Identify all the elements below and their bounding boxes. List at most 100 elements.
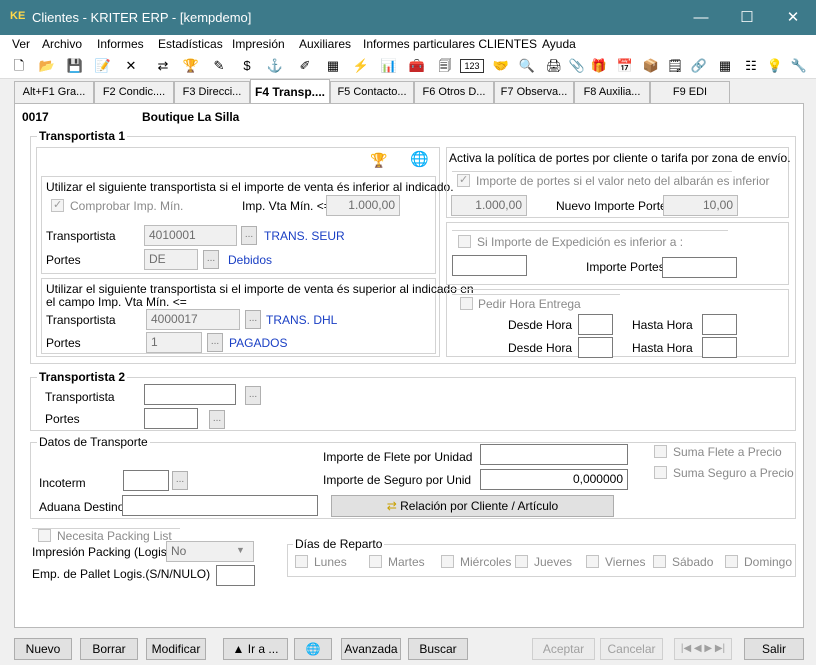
table-icon[interactable]: ▦ — [716, 57, 734, 75]
miercoles-checkbox[interactable] — [441, 555, 454, 568]
menu-auxiliares[interactable]: Auxiliares — [299, 37, 351, 51]
handshake-icon[interactable]: 🤝 — [492, 57, 510, 75]
martes-checkbox[interactable] — [369, 555, 382, 568]
desde-hora-field-2[interactable] — [578, 337, 613, 358]
menu-estadisticas[interactable]: Estadísticas — [158, 37, 223, 51]
jueves-checkbox[interactable] — [515, 555, 528, 568]
delete-icon[interactable]: ✕ — [122, 57, 140, 75]
imp-vta-field[interactable]: 1.000,00 — [326, 195, 400, 216]
hasta-hora-field-1[interactable] — [702, 314, 737, 335]
tab-transporte[interactable]: F4 Transp.... — [250, 79, 330, 104]
tab-graficos[interactable]: Alt+F1 Gra... — [14, 81, 94, 103]
menu-impresion[interactable]: Impresión — [232, 37, 285, 51]
portes-2-lookup-button[interactable]: ... — [207, 333, 223, 352]
transportista-1-lookup-button[interactable]: ... — [241, 226, 257, 245]
hasta-hora-field-2[interactable] — [702, 337, 737, 358]
pedir-hora-checkbox[interactable] — [460, 297, 473, 310]
printer-icon[interactable]: 🖨 — [545, 57, 563, 75]
t2-transportista-field[interactable] — [144, 384, 236, 405]
box-icon[interactable]: 📦 — [642, 57, 660, 75]
incoterm-lookup-button[interactable]: ... — [172, 471, 188, 490]
new-doc-icon[interactable]: 🗋 — [10, 57, 28, 75]
incoterm-field[interactable] — [123, 470, 169, 491]
link-icon[interactable]: 🔗 — [690, 57, 708, 75]
relacion-button[interactable]: ⇄ Relación por Cliente / Artículo — [331, 495, 614, 517]
ir-a-button[interactable]: ▲ Ir a ... — [223, 638, 288, 660]
copy-icon[interactable]: 🗐 — [436, 57, 454, 75]
bulb-icon[interactable]: 💡 — [766, 57, 784, 75]
t2-portes-lookup-button[interactable]: ... — [209, 410, 225, 429]
dollar-icon[interactable]: $ — [238, 57, 256, 75]
relation-icon[interactable]: ⇄ — [154, 57, 172, 75]
tab-contactos[interactable]: F5 Contacto... — [330, 81, 414, 103]
tab-observaciones[interactable]: F7 Observa... — [494, 81, 574, 103]
t2-transportista-lookup-button[interactable]: ... — [245, 386, 261, 405]
transportista-2-code-field[interactable]: 4000017 — [146, 309, 240, 330]
anchor-icon[interactable]: ⚓ — [266, 57, 284, 75]
globe-icon[interactable]: 🌐 — [410, 150, 429, 168]
list-icon[interactable]: ☷ — [742, 57, 760, 75]
aceptar-button[interactable]: Aceptar — [532, 638, 595, 660]
lightning-icon[interactable]: ⚡ — [352, 57, 370, 75]
portes-1-code-field[interactable]: DE — [144, 249, 198, 270]
emp-pallet-field[interactable] — [216, 565, 255, 586]
tab-direcciones[interactable]: F3 Direcci... — [174, 81, 250, 103]
trophy-icon[interactable]: 🏆 — [182, 57, 200, 75]
buscar-button[interactable]: Buscar — [408, 638, 468, 660]
packing-checkbox[interactable] — [38, 529, 51, 542]
modificar-button[interactable]: Modificar — [146, 638, 206, 660]
nuevo-button[interactable]: Nuevo — [14, 638, 72, 660]
tab-otros-datos[interactable]: F6 Otros D... — [414, 81, 494, 103]
trophy-icon[interactable]: 🏆 — [370, 152, 387, 169]
grid-icon[interactable]: ▦ — [324, 57, 342, 75]
importe-portes-field[interactable] — [662, 257, 737, 278]
borrar-button[interactable]: Borrar — [80, 638, 138, 660]
save-icon[interactable]: 💾 — [66, 57, 84, 75]
menu-ayuda[interactable]: Ayuda — [542, 37, 576, 51]
si-importe-checkbox[interactable] — [458, 235, 471, 248]
imp-portes-field[interactable]: 1.000,00 — [451, 195, 527, 216]
comprobar-checkbox[interactable] — [51, 198, 64, 212]
globe-button[interactable]: 🌐 — [294, 638, 332, 660]
flete-field[interactable] — [480, 444, 628, 465]
menu-informes[interactable]: Informes — [97, 37, 144, 51]
toolbox-icon[interactable]: 🧰 — [408, 57, 426, 75]
tab-edi[interactable]: F9 EDI — [650, 81, 730, 103]
quill-icon[interactable]: ✐ — [296, 57, 314, 75]
tool-icon[interactable]: 🔧 — [790, 57, 808, 75]
calendar-icon[interactable]: 📅 — [616, 57, 634, 75]
pencil-icon[interactable]: ✎ — [210, 57, 228, 75]
domingo-checkbox[interactable] — [725, 555, 738, 568]
maximize-button[interactable]: ☐ — [724, 0, 770, 35]
menu-archivo[interactable]: Archivo — [42, 37, 82, 51]
close-window-button[interactable]: ✕ — [770, 0, 816, 35]
salir-button[interactable]: Salir — [744, 638, 804, 660]
transportista-1-code-field[interactable]: 4010001 — [144, 225, 237, 246]
tab-auxiliares[interactable]: F8 Auxilia... — [574, 81, 650, 103]
sabado-checkbox[interactable] — [653, 555, 666, 568]
tab-condiciones[interactable]: F2 Condic.... — [94, 81, 174, 103]
number-icon[interactable]: 123 — [460, 59, 484, 73]
cancelar-button[interactable]: Cancelar — [600, 638, 663, 660]
bar-chart-icon[interactable]: 📊 — [380, 57, 398, 75]
t2-portes-field[interactable] — [144, 408, 198, 429]
imp-portes-checkbox[interactable] — [457, 173, 470, 187]
gift-icon[interactable]: 🎁 — [590, 57, 608, 75]
nuevo-importe-field[interactable]: 10,00 — [663, 195, 738, 216]
desde-hora-field-1[interactable] — [578, 314, 613, 335]
menu-informes-particulares[interactable]: Informes particulares CLIENTES — [363, 37, 537, 51]
lunes-checkbox[interactable] — [295, 555, 308, 568]
portes-2-code-field[interactable]: 1 — [146, 332, 202, 353]
menu-ver[interactable]: Ver — [12, 37, 30, 51]
suma-flete-checkbox[interactable] — [654, 445, 667, 458]
paperclip-icon[interactable]: 📎 — [568, 57, 586, 75]
edit-icon[interactable]: 📝 — [94, 57, 112, 75]
search-doc-icon[interactable]: 🔍 — [518, 57, 536, 75]
avanzada-button[interactable]: Avanzada — [341, 638, 401, 660]
portes-1-lookup-button[interactable]: ... — [203, 250, 219, 269]
aduana-field[interactable] — [122, 495, 318, 516]
note-icon[interactable]: 🗒 — [666, 57, 684, 75]
record-navigation[interactable]: |◀ ◀ ▶ ▶| — [674, 638, 732, 660]
viernes-checkbox[interactable] — [586, 555, 599, 568]
open-folder-icon[interactable]: 📂 — [38, 57, 56, 75]
